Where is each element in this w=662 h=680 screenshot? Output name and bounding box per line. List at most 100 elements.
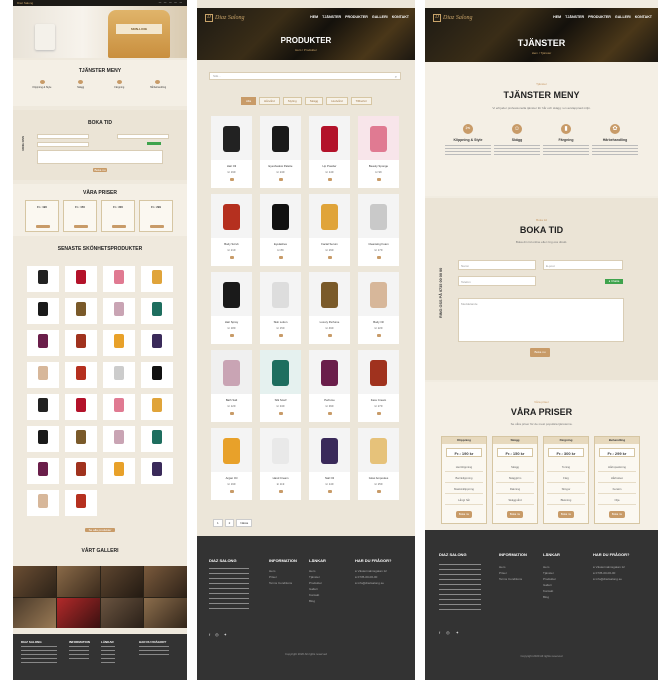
gallery-image[interactable] (13, 597, 56, 628)
product-name[interactable]: Beauty Sponge (358, 164, 399, 168)
chat-badge[interactable] (147, 142, 161, 145)
mini-product-thumb[interactable] (141, 362, 173, 388)
product-image[interactable] (260, 194, 301, 238)
add-to-cart-icon[interactable] (327, 256, 332, 259)
product-name[interactable]: Nail Oil (309, 476, 350, 480)
product-name[interactable]: Bath Salt (211, 398, 252, 402)
product-image[interactable] (211, 194, 252, 238)
product-name[interactable]: Body Scrub (211, 242, 252, 246)
nav-item[interactable]: PRODUKTER (588, 15, 611, 19)
add-to-cart-icon[interactable] (327, 178, 332, 181)
facebook-icon[interactable]: f (209, 632, 210, 637)
brand-logo[interactable]: Diaz Salong (17, 1, 33, 5)
add-to-cart-icon[interactable] (278, 178, 283, 181)
product-name[interactable]: Skin Lotion (260, 320, 301, 324)
booking-submit-button[interactable]: Boka nu (530, 348, 550, 357)
product-name[interactable]: Lip Powder (309, 164, 350, 168)
phone-field[interactable] (37, 142, 89, 147)
product-name[interactable]: Facial Serum (309, 242, 350, 246)
instagram-icon[interactable]: ◎ (446, 630, 450, 635)
service-item[interactable]: ✂ Klippning & Style (445, 124, 491, 155)
service-item[interactable]: Hårbehandling (143, 80, 173, 89)
instagram-icon[interactable]: ◎ (215, 632, 219, 637)
chat-button[interactable]: ● Chatta (605, 279, 623, 284)
mini-product-thumb[interactable] (27, 458, 59, 484)
product-card[interactable]: Hair Oil kr 199 (211, 116, 252, 188)
product-card[interactable]: Nail Oil kr 149 (309, 428, 350, 500)
filter-tab[interactable]: Hårvård (259, 97, 280, 105)
mini-product-thumb[interactable] (65, 394, 97, 420)
gallery-image[interactable] (144, 566, 187, 597)
email-field[interactable] (117, 134, 169, 139)
add-to-cart-icon[interactable] (376, 178, 381, 181)
mini-product-thumb[interactable] (103, 298, 135, 324)
add-to-cart-icon[interactable] (376, 334, 381, 337)
footer-links[interactable] (101, 646, 115, 666)
add-to-cart-icon[interactable] (376, 256, 381, 259)
price-book-button[interactable] (150, 225, 164, 228)
product-image[interactable] (309, 428, 350, 472)
message-field[interactable] (37, 150, 163, 164)
mini-product-thumb[interactable] (141, 266, 173, 292)
filter-tab-active[interactable]: Alla (241, 97, 257, 105)
add-to-cart-icon[interactable] (278, 412, 283, 415)
see-all-products-button[interactable]: Se alla produkter (85, 528, 115, 532)
product-card[interactable]: Eyeshadow Palette kr 249 (260, 116, 301, 188)
product-card[interactable]: Luxury Perfume kr 499 (309, 272, 350, 344)
nav-item[interactable]: PRODUKTER (345, 15, 368, 19)
add-to-cart-icon[interactable] (278, 490, 283, 493)
product-image[interactable] (260, 272, 301, 316)
service-item[interactable]: Skägg (66, 80, 96, 89)
name-field[interactable]: Namn (458, 260, 536, 270)
nav-item[interactable]: GALLERI (372, 15, 388, 19)
gallery-image[interactable] (13, 566, 56, 597)
next-page-link[interactable]: Nästa (236, 519, 253, 527)
service-item[interactable]: ✿ Hårbehandling (592, 124, 638, 155)
product-card[interactable]: Lip Powder kr 149 (309, 116, 350, 188)
service-item[interactable]: ☺ Skägg (494, 124, 540, 155)
filter-tab[interactable]: Tillbehör (350, 97, 372, 105)
product-name[interactable]: Face Cream (358, 398, 399, 402)
filter-tab[interactable]: Styling (282, 97, 302, 105)
gallery-image[interactable] (144, 597, 187, 628)
footer-info-links[interactable] (69, 646, 89, 660)
add-to-cart-icon[interactable] (327, 334, 332, 337)
brand-logo[interactable]: D Diaz Salong (433, 14, 473, 22)
product-image[interactable] (211, 116, 252, 160)
mini-product-thumb[interactable] (103, 362, 135, 388)
add-to-cart-icon[interactable] (229, 256, 234, 259)
add-to-cart-icon[interactable] (229, 178, 234, 181)
mini-product-thumb[interactable] (27, 330, 59, 356)
add-to-cart-icon[interactable] (376, 412, 381, 415)
product-image[interactable] (358, 272, 399, 316)
price-book-button[interactable] (74, 225, 88, 228)
mini-product-thumb[interactable] (103, 426, 135, 452)
product-card[interactable]: Body Scrub kr 219 (211, 194, 252, 266)
brand-logo[interactable]: D Diaz Salong (205, 14, 245, 22)
price-book-button[interactable]: Boka nu (456, 511, 472, 518)
product-name[interactable]: Hair Oil (211, 164, 252, 168)
gallery-image[interactable] (100, 597, 144, 628)
service-item[interactable]: Färgning (104, 80, 134, 89)
booking-submit-button[interactable]: Boka nu (93, 168, 107, 172)
mini-product-thumb[interactable] (103, 330, 135, 356)
service-item[interactable]: ▮ Färgning (543, 124, 589, 155)
mini-product-thumb[interactable] (65, 458, 97, 484)
price-book-button[interactable] (112, 225, 126, 228)
product-image[interactable] (358, 350, 399, 394)
product-card[interactable]: Beauty Sponge kr 99 (358, 116, 399, 188)
mini-product-thumb[interactable] (65, 426, 97, 452)
mini-product-thumb[interactable] (65, 362, 97, 388)
email-field[interactable]: E-post (543, 260, 623, 270)
product-card[interactable]: Eyelashes kr 89 (260, 194, 301, 266)
nav-menu[interactable]: — — — — — (159, 1, 183, 4)
product-card[interactable]: Body Oil kr 229 (358, 272, 399, 344)
service-item[interactable]: Klippning & Style (27, 80, 57, 89)
mini-product-thumb[interactable] (141, 394, 173, 420)
product-name[interactable]: Silk Scarf (260, 398, 301, 402)
product-image[interactable] (211, 272, 252, 316)
facebook-icon[interactable]: f (439, 630, 440, 635)
nav-item[interactable]: KONTAKT (635, 15, 652, 19)
twitter-icon[interactable]: ✦ (456, 630, 459, 635)
product-card[interactable]: Silk Scarf kr 349 (260, 350, 301, 422)
